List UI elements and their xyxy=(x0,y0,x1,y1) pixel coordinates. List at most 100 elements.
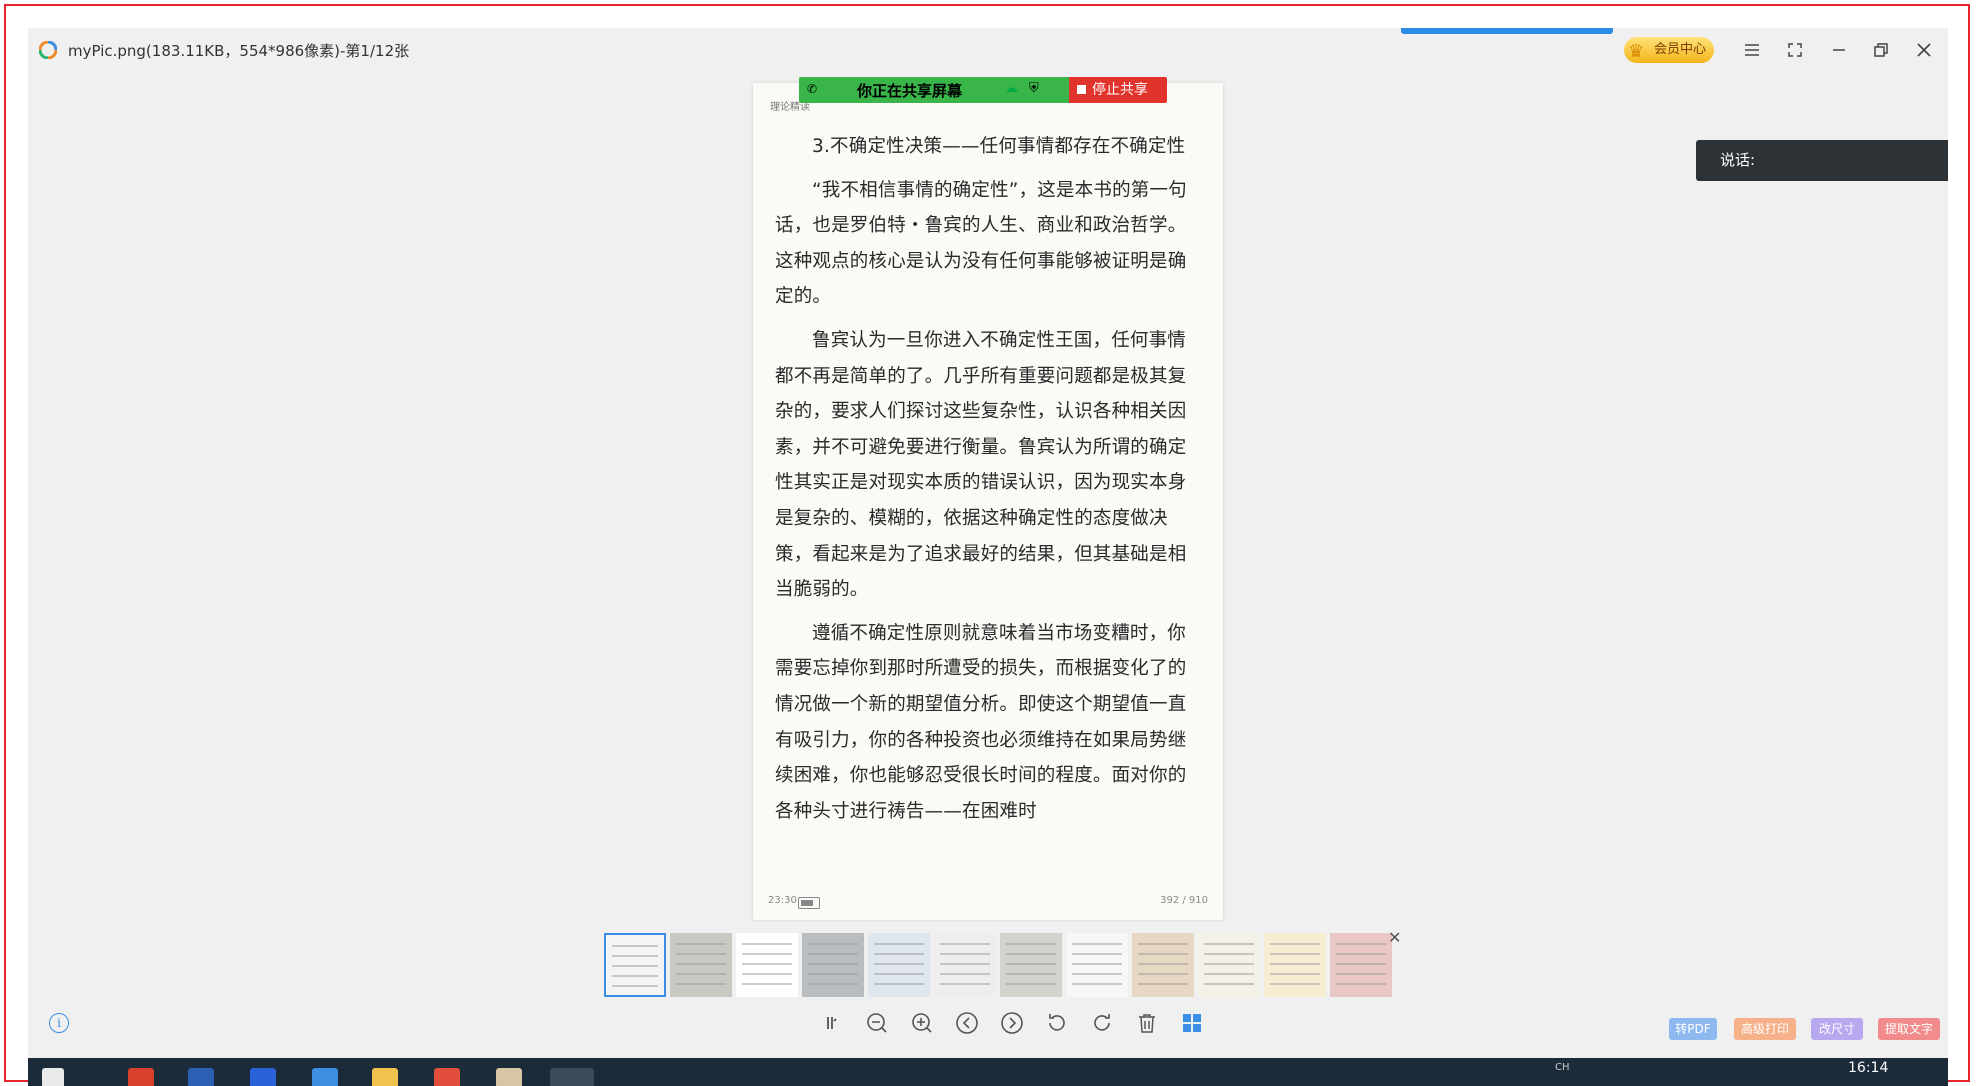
restore-button[interactable] xyxy=(1867,36,1895,64)
paragraph-3: 遵循不确定性原则就意味着当市场变糟时，你需要忘掉你到那时所遭受的损失，而根据变化… xyxy=(775,622,1187,822)
restore-icon xyxy=(1874,43,1888,57)
battery-icon xyxy=(798,897,820,909)
thumb-line xyxy=(1270,963,1320,965)
rotate-right-icon xyxy=(1094,1014,1110,1031)
minimize-button[interactable] xyxy=(1825,36,1853,64)
thumb-9[interactable] xyxy=(1132,933,1194,997)
thumb-line xyxy=(676,953,726,955)
taskbar-viewer-icon[interactable] xyxy=(550,1068,594,1086)
crown-icon: ♛ xyxy=(1628,41,1645,62)
thumb-line xyxy=(940,983,990,985)
close-icon xyxy=(1917,43,1931,57)
slideshow-button[interactable] xyxy=(816,1010,848,1036)
taskbar-clock[interactable]: 16:14 xyxy=(1848,1060,1888,1076)
taskbar-folder-icon[interactable] xyxy=(372,1068,398,1086)
thumb-line xyxy=(808,963,858,965)
info-icon[interactable]: i xyxy=(49,1013,69,1033)
advanced-print-button[interactable]: 高级打印 xyxy=(1734,1018,1796,1040)
taskbar-app-2-icon[interactable] xyxy=(188,1068,214,1086)
to-pdf-button[interactable]: 转PDF xyxy=(1669,1018,1717,1040)
close-thumbnails-icon[interactable]: ✕ xyxy=(1388,928,1401,947)
thumb-line xyxy=(676,973,726,975)
thumb-6[interactable] xyxy=(934,933,996,997)
thumb-12[interactable] xyxy=(1330,933,1392,997)
thumb-4[interactable] xyxy=(802,933,864,997)
rotate-left-button[interactable] xyxy=(1041,1010,1073,1036)
thumb-line xyxy=(742,953,792,955)
next-button[interactable] xyxy=(996,1010,1028,1036)
speak-label: 说话: xyxy=(1720,151,1756,169)
thumb-line xyxy=(1204,983,1254,985)
speak-panel[interactable]: 说话: xyxy=(1696,140,1948,181)
fullscreen-icon xyxy=(1788,43,1802,57)
fullscreen-button[interactable] xyxy=(1781,36,1809,64)
thumb-5[interactable] xyxy=(868,933,930,997)
phone-icon: ✆ xyxy=(807,82,818,96)
thumb-line xyxy=(1204,963,1254,965)
stop-share-label: 停止共享 xyxy=(1092,82,1148,98)
thumb-1[interactable] xyxy=(604,933,666,997)
thumb-line xyxy=(1138,953,1188,955)
displayed-image[interactable]: 理论精读 3.不确定性决策——任何事情都存在不确定性 “我不相信事情的确定性”，… xyxy=(753,83,1223,920)
thumb-line xyxy=(1336,983,1386,985)
thumb-line xyxy=(1138,963,1188,965)
rotate-right-button[interactable] xyxy=(1086,1010,1118,1036)
thumb-2[interactable] xyxy=(670,933,732,997)
slideshow-icon xyxy=(827,1017,837,1029)
thumb-3[interactable] xyxy=(736,933,798,997)
thumb-line xyxy=(1270,983,1320,985)
zoom-out-icon xyxy=(867,1013,887,1033)
thumb-7[interactable] xyxy=(1000,933,1062,997)
previous-button[interactable] xyxy=(951,1010,983,1036)
thumb-line xyxy=(940,943,990,945)
thumb-line xyxy=(1336,943,1386,945)
start-icon[interactable] xyxy=(42,1068,64,1086)
thumb-line xyxy=(742,983,792,985)
minimize-icon xyxy=(1833,49,1845,51)
resize-button[interactable]: 改尺寸 xyxy=(1811,1018,1863,1040)
stop-share-button[interactable]: 停止共享 xyxy=(1069,77,1167,103)
thumb-line xyxy=(940,973,990,975)
thumb-line xyxy=(874,953,924,955)
zoom-out-button[interactable] xyxy=(861,1010,893,1036)
thumb-line xyxy=(874,973,924,975)
thumb-line xyxy=(1006,943,1056,945)
thumb-8[interactable] xyxy=(1066,933,1128,997)
thumb-line xyxy=(612,955,658,957)
top-indicator xyxy=(1401,28,1613,34)
next-icon xyxy=(1001,1012,1023,1034)
page-footer-time: 23:30 xyxy=(768,895,797,906)
thumb-line xyxy=(1204,973,1254,975)
close-button[interactable] xyxy=(1910,36,1938,64)
thumb-line xyxy=(1270,973,1320,975)
thumb-10[interactable] xyxy=(1198,933,1260,997)
thumb-line xyxy=(742,973,792,975)
previous-icon xyxy=(956,1012,978,1034)
thumb-line xyxy=(1336,973,1386,975)
thumb-line xyxy=(1270,943,1320,945)
thumb-line xyxy=(1336,953,1386,955)
thumb-11[interactable] xyxy=(1264,933,1326,997)
taskbar-app-3-icon[interactable] xyxy=(250,1068,276,1086)
ime-indicator[interactable]: CH xyxy=(1555,1062,1570,1073)
taskbar-app-1-icon[interactable] xyxy=(128,1068,154,1086)
cloud-icon: ☁ xyxy=(1005,81,1018,96)
taskbar-browser-icon[interactable] xyxy=(434,1068,460,1086)
app-logo-icon xyxy=(39,41,57,59)
share-status-text: 你正在共享屏幕 xyxy=(857,82,963,100)
taskbar-app-7-icon[interactable] xyxy=(496,1068,522,1086)
vip-center-button[interactable]: ♛ 会员中心 xyxy=(1624,37,1714,63)
grid-view-button[interactable] xyxy=(1176,1010,1208,1036)
image-viewer-window: myPic.png(183.11KB，554*986像素)-第1/12张 ♛ 会… xyxy=(28,28,1948,1058)
page-footer-progress: 392 / 910 xyxy=(1160,895,1208,906)
menu-button[interactable] xyxy=(1738,36,1766,64)
thumb-line xyxy=(1072,963,1122,965)
page-text: 3.不确定性决策——任何事情都存在不确定性 “我不相信事情的确定性”，这是本书的… xyxy=(775,129,1201,837)
thumb-line xyxy=(742,943,792,945)
zoom-in-button[interactable] xyxy=(906,1010,938,1036)
menu-icon xyxy=(1745,44,1759,56)
delete-button[interactable] xyxy=(1131,1010,1163,1036)
taskbar-app-4-icon[interactable] xyxy=(312,1068,338,1086)
thumb-line xyxy=(940,963,990,965)
extract-text-button[interactable]: 提取文字 xyxy=(1878,1018,1940,1040)
